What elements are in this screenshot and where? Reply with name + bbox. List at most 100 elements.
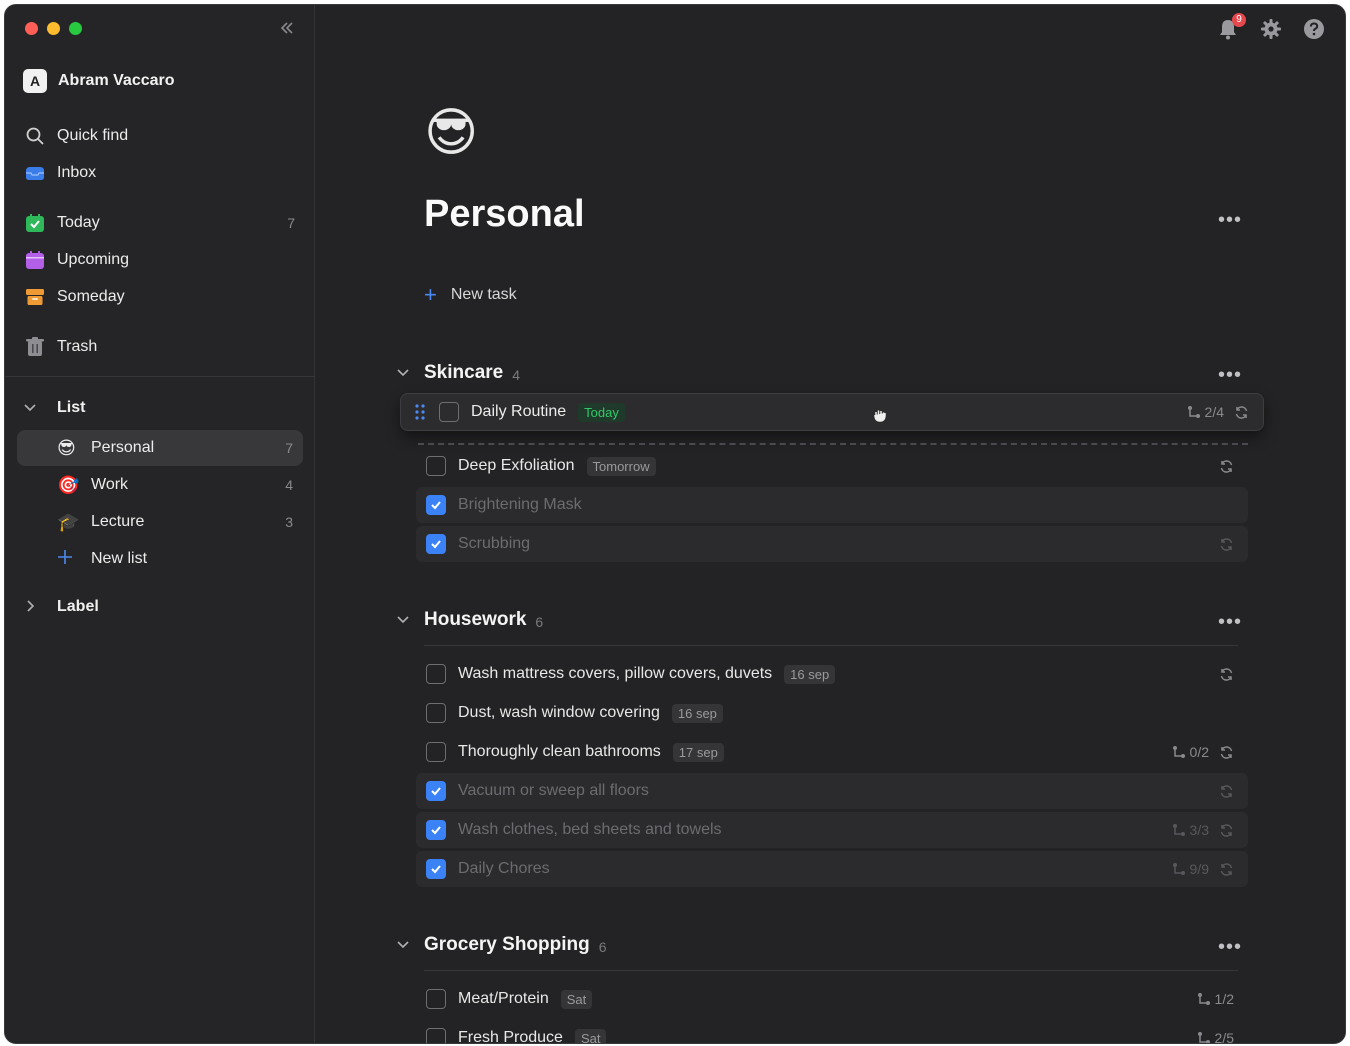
task-row[interactable]: Meat/Protein Sat 1/2 [416,981,1248,1017]
group-title: Housework [424,609,527,630]
nav-someday[interactable]: Someday [23,281,303,313]
list-section-toggle[interactable]: List [23,399,85,417]
task-checkbox[interactable] [426,495,446,515]
list-label: Lecture [91,513,145,530]
calendar-icon [23,248,47,272]
task-title: Wash mattress covers, pillow covers, duv… [458,665,773,682]
task-row[interactable]: Thoroughly clean bathrooms 17 sep 0/2 [416,734,1248,770]
task-date-tag: 17 sep [672,742,724,762]
group-header-skincare[interactable]: Skincare 4 [396,358,1238,388]
task-checkbox[interactable] [426,664,446,684]
group-more-icon[interactable]: ••• [1218,612,1242,632]
nav-quick-find[interactable]: Quick find [23,120,303,152]
notifications-button[interactable]: 9 [1216,13,1246,43]
label-section-toggle[interactable]: Label [23,598,99,616]
task-dragging[interactable]: Daily Routine Today 2/4 [400,393,1264,431]
task-meta: 2/4 [1187,404,1249,420]
minimize-window-button[interactable] [47,22,60,35]
chevron-down-icon [23,400,47,417]
nav-inbox[interactable]: Inbox [23,157,303,189]
task-title: Deep Exfoliation [458,457,575,474]
repeat-icon [1234,405,1249,420]
task-title: Scrubbing [458,535,531,552]
task-title: Daily Routine [471,403,567,420]
subtask-icon [1197,1031,1211,1043]
group-count: 4 [512,366,521,383]
task-checkbox[interactable] [426,989,446,1009]
inbox-icon [23,161,47,185]
task-meta: 9/9 [1172,861,1234,877]
archive-box-icon [23,285,47,309]
search-icon [23,124,47,148]
app-window: A Abram Vaccaro Quick find Inbox Today 7 [4,4,1346,1044]
gear-icon [1260,18,1282,45]
repeat-icon [1219,823,1234,838]
nav-today[interactable]: Today 7 [23,207,303,239]
group-count: 6 [598,938,607,955]
nav-label: Trash [57,338,98,355]
task-title: Brightening Mask [458,496,582,513]
subtask-count: 0/2 [1189,744,1209,760]
task-meta: 0/2 [1172,744,1234,760]
repeat-icon [1219,459,1234,474]
page-emoji[interactable]: 😎 [424,103,478,163]
nav-label: Upcoming [57,251,130,268]
new-list-label: New list [91,550,148,567]
group-more-icon[interactable]: ••• [1218,365,1242,385]
task-checkbox[interactable] [426,703,446,723]
task-row[interactable]: Fresh Produce Sat 2/5 [416,1020,1248,1044]
list-item-personal[interactable]: 😎 Personal 7 [17,430,303,466]
chevron-down-icon [396,937,424,954]
task-row[interactable]: Brightening Mask [416,487,1248,523]
subtask-icon [1187,405,1201,419]
list-item-work[interactable]: 🎯 Work 4 [17,467,303,503]
help-button[interactable] [1302,18,1326,43]
user-switcher[interactable]: A Abram Vaccaro [23,69,175,93]
task-checkbox[interactable] [439,402,459,422]
group-header-housework[interactable]: Housework 6 [396,605,1238,635]
nav-upcoming[interactable]: Upcoming [23,244,303,276]
task-row[interactable]: Wash clothes, bed sheets and towels 3/3 [416,812,1248,848]
list-item-lecture[interactable]: 🎓 Lecture 3 [17,504,303,540]
zoom-window-button[interactable] [69,22,82,35]
subtask-count: 2/4 [1204,404,1224,420]
nav-trash[interactable]: Trash [23,331,303,363]
task-row[interactable]: Vacuum or sweep all floors [416,773,1248,809]
task-checkbox[interactable] [426,456,446,476]
task-checkbox[interactable] [426,820,446,840]
close-window-button[interactable] [25,22,38,35]
list-emoji: 🎯 [57,474,80,495]
settings-button[interactable] [1259,18,1283,45]
repeat-icon [1219,784,1234,799]
subtask-progress: 2/4 [1187,404,1224,420]
drag-handle-icon[interactable] [415,404,425,420]
group-header-grocery[interactable]: Grocery Shopping 6 [396,930,1238,960]
new-list-button[interactable]: New list [17,541,303,577]
task-title: Meat/Protein [458,990,549,1007]
page-more-icon[interactable]: ••• [1218,210,1242,230]
task-checkbox[interactable] [426,1028,446,1043]
list-label: Work [91,476,129,493]
new-task-button[interactable]: + New task [424,284,517,306]
task-checkbox[interactable] [426,859,446,879]
collapse-sidebar-icon[interactable] [277,19,297,39]
subtask-count: 2/5 [1214,1030,1234,1044]
task-meta [1219,784,1234,799]
subtask-icon [1172,745,1186,759]
subtask-progress: 3/3 [1172,822,1209,838]
notification-badge: 9 [1232,13,1246,27]
new-task-label: New task [450,286,517,303]
task-row[interactable]: Deep Exfoliation Tomorrow [416,448,1248,484]
task-checkbox[interactable] [426,742,446,762]
task-row[interactable]: Daily Chores 9/9 [416,851,1248,887]
group-more-icon[interactable]: ••• [1218,937,1242,957]
page-title[interactable]: Personal [424,193,585,236]
task-row[interactable]: Scrubbing [416,526,1248,562]
task-row[interactable]: Wash mattress covers, pillow covers, duv… [416,656,1248,692]
list-emoji: 🎓 [57,511,80,532]
task-checkbox[interactable] [426,781,446,801]
task-row[interactable]: Dust, wash window covering 16 sep [416,695,1248,731]
task-date-tag: Today [578,402,625,422]
task-date-tag: Sat [560,989,593,1009]
task-checkbox[interactable] [426,534,446,554]
